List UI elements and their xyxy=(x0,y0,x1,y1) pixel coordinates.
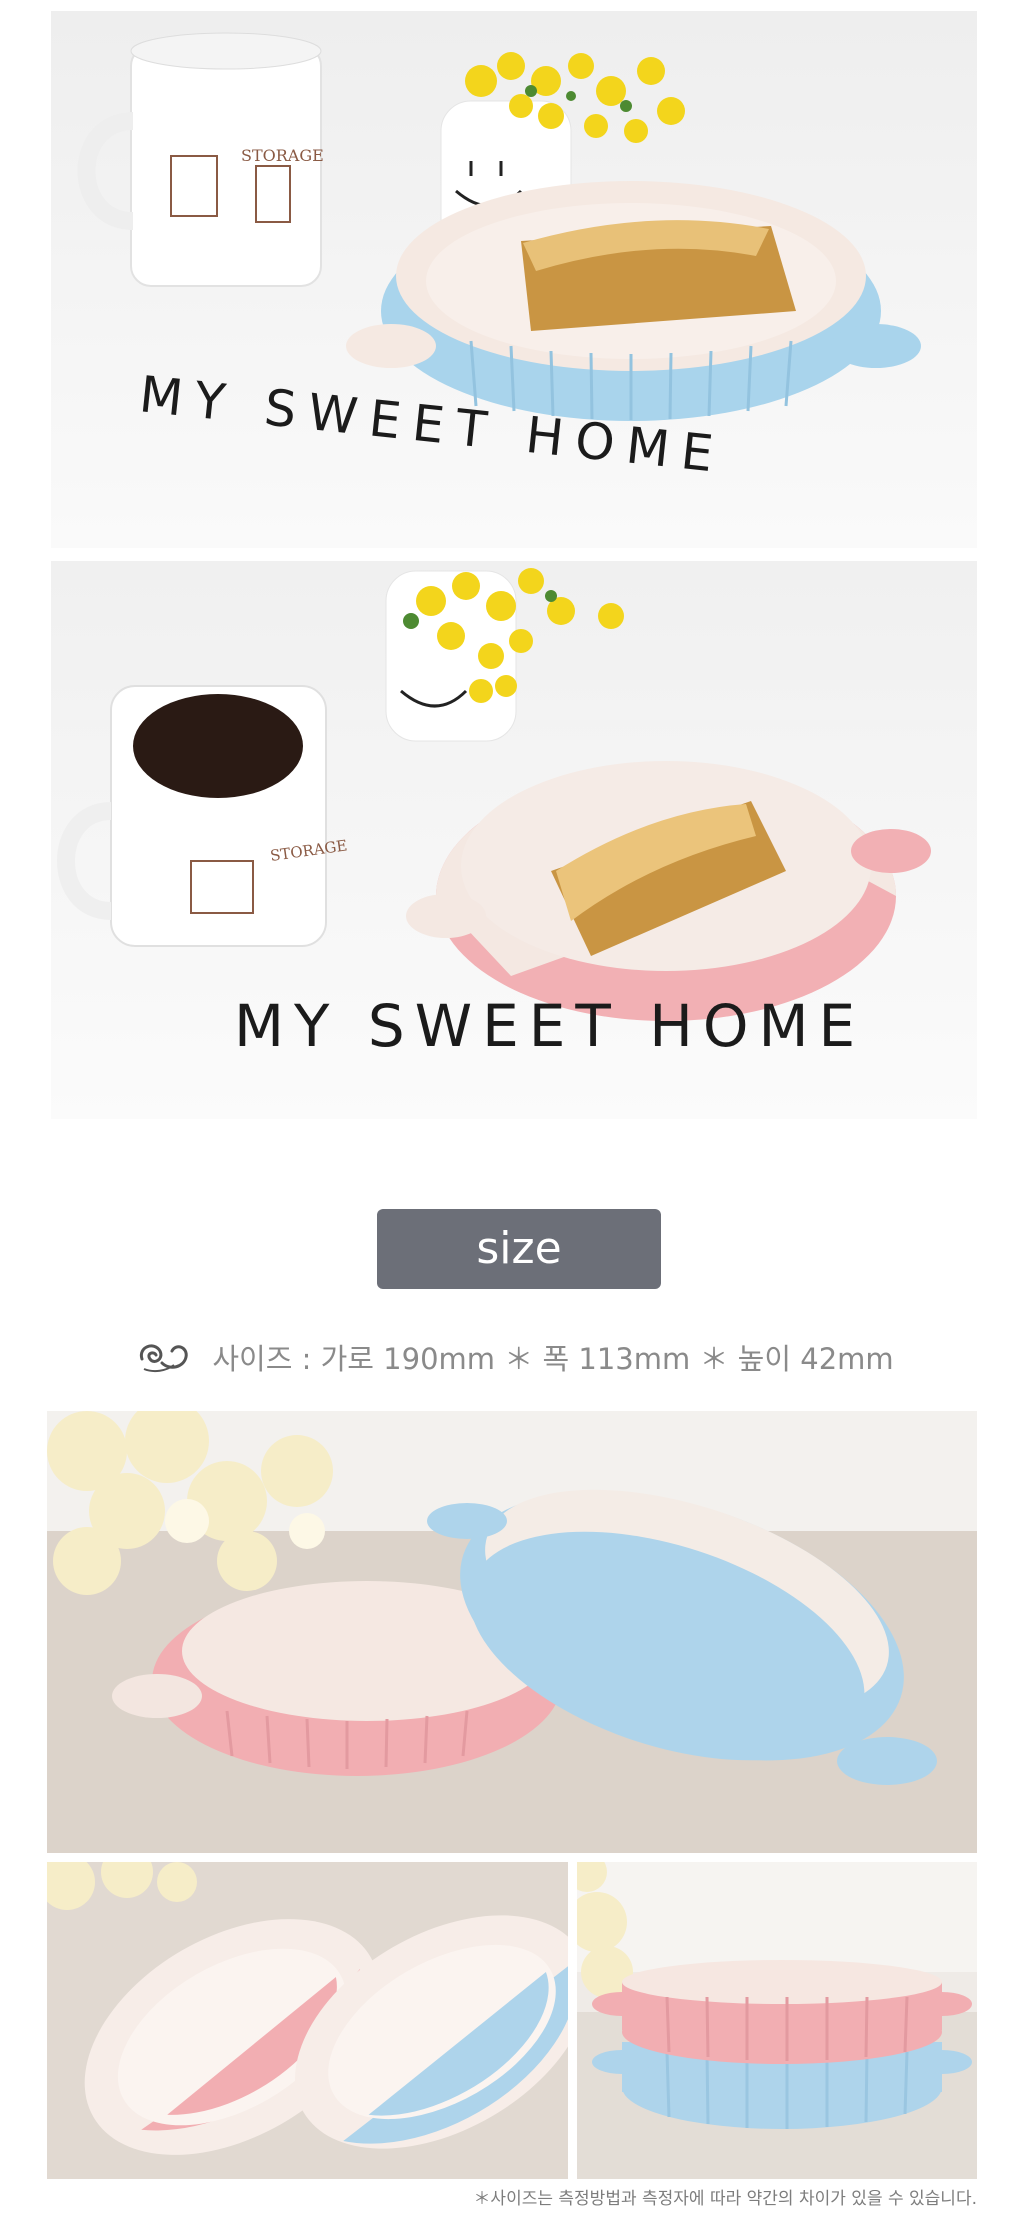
overlay-text: MY SWEET HOME xyxy=(234,992,865,1060)
product-photo-top-view xyxy=(47,1862,568,2179)
floral-ornament-icon xyxy=(136,1337,194,1377)
size-spec-row: 사이즈 : 가로 190mm ＊ 폭 113mm ＊ 높이 42mm xyxy=(0,1329,1030,1385)
product-photo-pink-dish: STORAGE MY SWEET HOME xyxy=(51,561,977,1119)
product-photo-stacked xyxy=(577,1862,977,2179)
size-spec-text: 사이즈 : 가로 190mm ＊ 폭 113mm ＊ 높이 42mm xyxy=(212,1342,894,1376)
size-badge: size xyxy=(377,1209,661,1289)
product-photo-blue-dish: STORAGE MY SWEET HOME xyxy=(51,11,977,548)
size-disclaimer-note: ＊사이즈는 측정방법과 측정자에 따라 약간의 차이가 있을 수 있습니다. xyxy=(473,2189,977,2209)
product-photo-pink-blue-pair xyxy=(47,1411,977,1853)
mug-label: STORAGE xyxy=(241,146,324,165)
